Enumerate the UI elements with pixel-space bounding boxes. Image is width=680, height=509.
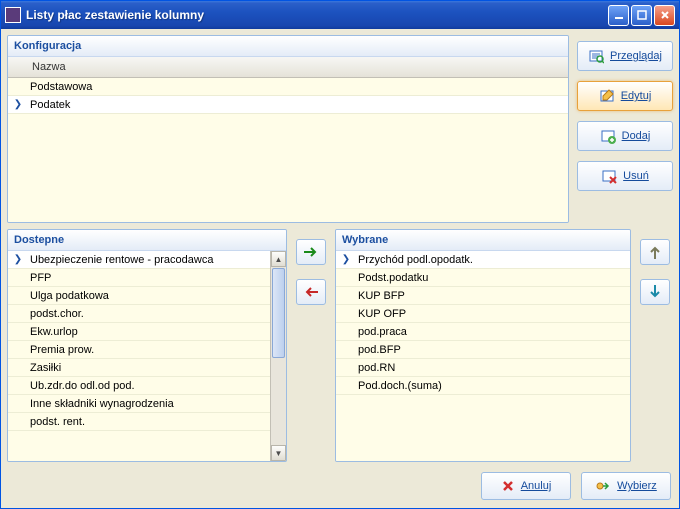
list-item-label: pod.RN xyxy=(356,362,395,374)
delete-label: Usuń xyxy=(623,170,649,182)
close-icon xyxy=(660,10,670,20)
list-item-label: pod.praca xyxy=(356,326,407,338)
list-item-label: Ub.zdr.do odl.od pod. xyxy=(28,380,135,392)
list-item-label: Premia prow. xyxy=(28,344,94,356)
list-item-label: Podst.podatku xyxy=(356,272,428,284)
chosen-list[interactable]: ❯Przychód podl.opodatk. Podst.podatku KUP … xyxy=(336,251,630,461)
list-item-label: Ekw.urlop xyxy=(28,326,78,338)
minimize-icon xyxy=(614,10,624,20)
select-button[interactable]: Wybierz xyxy=(581,472,671,500)
scroll-thumb[interactable] xyxy=(272,268,285,358)
list-item-label: podst.chor. xyxy=(28,308,84,320)
browse-label: Przeglądaj xyxy=(610,50,662,62)
arrow-left-icon xyxy=(303,286,319,298)
window-title: Listy płac zestawienie kolumny xyxy=(26,8,608,22)
maximize-button[interactable] xyxy=(631,5,652,26)
config-grid[interactable]: Podstawowa❯Podatek xyxy=(8,78,568,222)
config-column-header[interactable]: Nazwa xyxy=(8,57,568,78)
browse-icon xyxy=(588,48,604,64)
list-item-label: PFP xyxy=(28,272,51,284)
list-item[interactable]: Premia prow. xyxy=(8,341,270,359)
list-item[interactable]: pod.BFP xyxy=(336,341,630,359)
chosen-panel: Wybrane ❯Przychód podl.opodatk. Podst.pod… xyxy=(335,229,631,462)
list-item[interactable]: pod.RN xyxy=(336,359,630,377)
list-item-label: Inne składniki wynagrodzenia xyxy=(28,398,174,410)
list-item[interactable]: KUP OFP xyxy=(336,305,630,323)
list-item-label: KUP OFP xyxy=(356,308,406,320)
browse-button[interactable]: Przeglądaj xyxy=(577,41,673,71)
chosen-header: Wybrane xyxy=(336,230,630,251)
list-item-label: Podstawowa xyxy=(28,81,92,93)
list-item[interactable]: Podstawowa xyxy=(8,78,568,96)
cancel-button[interactable]: Anuluj xyxy=(481,472,571,500)
list-item[interactable]: ❯Przychód podl.opodatk. xyxy=(336,251,630,269)
app-icon xyxy=(5,7,21,23)
available-panel: Dostepne ❯Ubezpieczenie rentowe - pracod… xyxy=(7,229,287,462)
maximize-icon xyxy=(637,10,647,20)
list-item[interactable]: ❯Ubezpieczenie rentowe - pracodawca xyxy=(8,251,270,269)
move-down-button[interactable] xyxy=(640,279,670,305)
list-item[interactable]: Pod.doch.(suma) xyxy=(336,377,630,395)
list-item-label: Ulga podatkowa xyxy=(28,290,109,302)
cancel-label: Anuluj xyxy=(521,480,552,492)
list-item[interactable]: Ub.zdr.do odl.od pod. xyxy=(8,377,270,395)
list-item[interactable]: KUP BFP xyxy=(336,287,630,305)
arrow-down-icon xyxy=(649,284,661,300)
cancel-icon xyxy=(501,479,515,493)
list-item[interactable]: podst.chor. xyxy=(8,305,270,323)
list-item-label: pod.BFP xyxy=(356,344,401,356)
scroll-down-button[interactable]: ▼ xyxy=(271,445,286,461)
list-item-label: Ubezpieczenie rentowe - pracodawca xyxy=(28,254,213,266)
list-item[interactable]: podst. rent. xyxy=(8,413,270,431)
edit-label: Edytuj xyxy=(621,90,652,102)
close-button[interactable] xyxy=(654,5,675,26)
list-item[interactable]: Ulga podatkowa xyxy=(8,287,270,305)
move-left-button[interactable] xyxy=(296,279,326,305)
move-up-button[interactable] xyxy=(640,239,670,265)
list-item[interactable]: pod.praca xyxy=(336,323,630,341)
titlebar: Listy płac zestawienie kolumny xyxy=(1,1,679,29)
list-item[interactable]: Podst.podatku xyxy=(336,269,630,287)
select-icon xyxy=(595,479,611,493)
delete-icon xyxy=(601,168,617,184)
add-icon xyxy=(600,128,616,144)
app-window: Listy płac zestawienie kolumny Konfigura… xyxy=(0,0,680,509)
config-header: Konfiguracja xyxy=(8,36,568,57)
row-indicator: ❯ xyxy=(336,254,356,265)
list-item-label: KUP BFP xyxy=(356,290,405,302)
config-panel: Konfiguracja Nazwa Podstawowa❯Podatek xyxy=(7,35,569,223)
available-header: Dostepne xyxy=(8,230,286,251)
list-item-label: podst. rent. xyxy=(28,416,85,428)
list-item[interactable]: ❯Podatek xyxy=(8,96,568,114)
available-list[interactable]: ❯Ubezpieczenie rentowe - pracodawca PFP Ul… xyxy=(8,251,286,461)
edit-icon xyxy=(599,88,615,104)
arrow-up-icon xyxy=(649,244,661,260)
list-item[interactable]: Zasiłki xyxy=(8,359,270,377)
edit-button[interactable]: Edytuj xyxy=(577,81,673,111)
list-item[interactable]: Inne składniki wynagrodzenia xyxy=(8,395,270,413)
available-scrollbar[interactable]: ▲ ▼ xyxy=(270,251,286,461)
select-label: Wybierz xyxy=(617,480,657,492)
scroll-up-button[interactable]: ▲ xyxy=(271,251,286,267)
row-indicator: ❯ xyxy=(8,254,28,265)
row-indicator: ❯ xyxy=(8,99,28,110)
add-button[interactable]: Dodaj xyxy=(577,121,673,151)
list-item[interactable]: PFP xyxy=(8,269,270,287)
list-item-label: Przychód podl.opodatk. xyxy=(356,254,473,266)
add-label: Dodaj xyxy=(622,130,651,142)
list-item[interactable]: Ekw.urlop xyxy=(8,323,270,341)
delete-button[interactable]: Usuń xyxy=(577,161,673,191)
minimize-button[interactable] xyxy=(608,5,629,26)
arrow-right-icon xyxy=(303,246,319,258)
list-item-label: Podatek xyxy=(28,99,70,111)
move-right-button[interactable] xyxy=(296,239,326,265)
list-item-label: Pod.doch.(suma) xyxy=(356,380,442,392)
list-item-label: Zasiłki xyxy=(28,362,61,374)
